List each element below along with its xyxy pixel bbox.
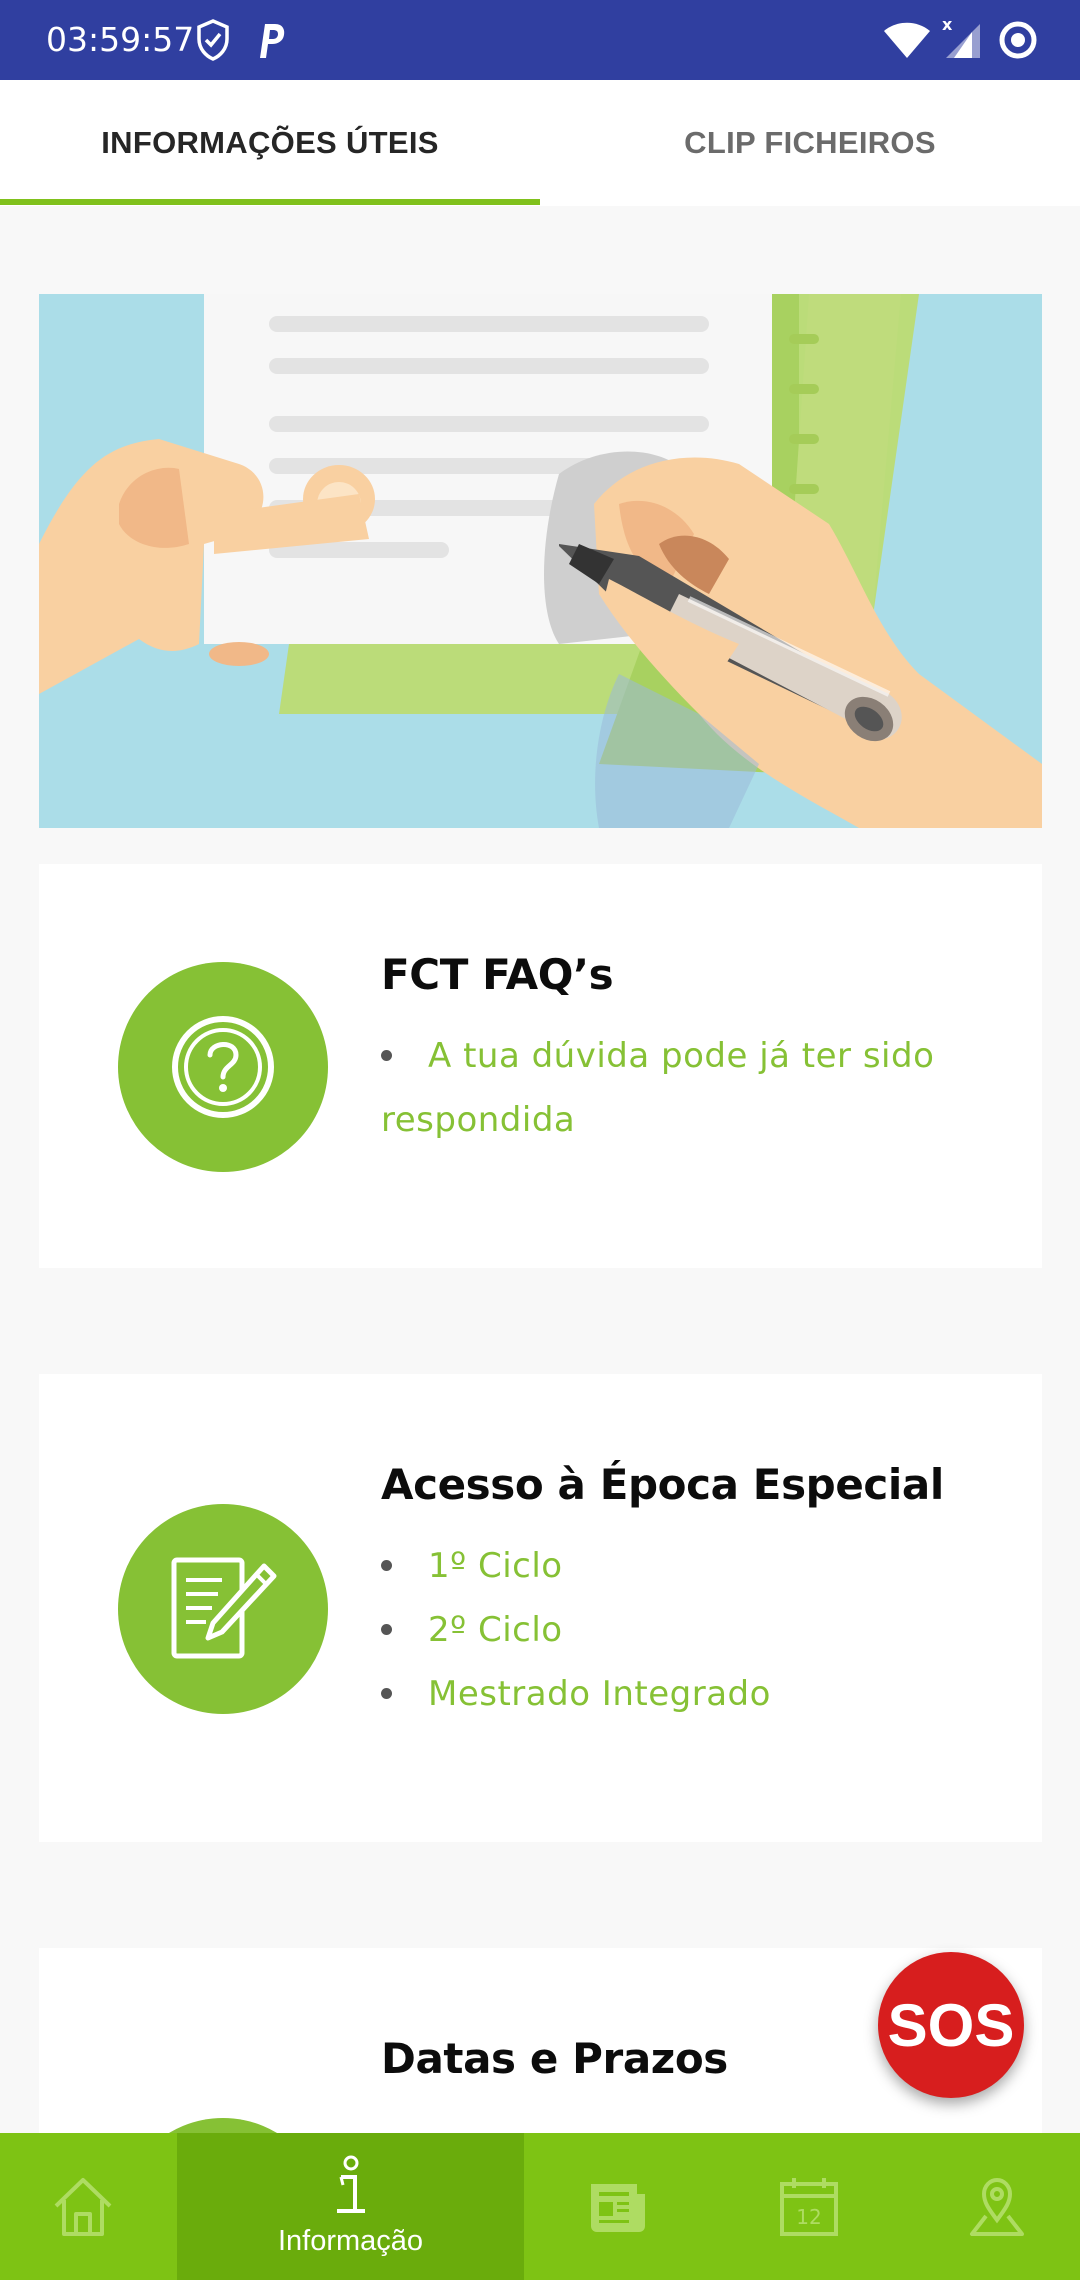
nav-home[interactable]: [0, 2133, 166, 2280]
document-pencil-icon: [171, 1557, 277, 1659]
tab-bar: INFORMAÇÕES ÚTEIS CLIP FICHEIROS: [0, 80, 1080, 206]
datas-icon-circle: [118, 2118, 328, 2133]
card-list: 1º Ciclo 2º Ciclo Mestrado Integrado: [381, 1534, 771, 1726]
card-list: A tua dúvida pode já ter sido respondida: [381, 1024, 981, 1152]
news-icon: [591, 2183, 645, 2232]
hero-illustration: [39, 294, 1042, 828]
sos-button[interactable]: SOS: [878, 1952, 1024, 2098]
svg-text:x: x: [942, 16, 953, 34]
map-pin-icon: [970, 2177, 1024, 2236]
list-item[interactable]: A tua dúvida pode já ter sido respondida: [381, 1024, 981, 1152]
question-icon: [172, 1016, 274, 1118]
epoca-especial-card[interactable]: Acesso à Época Especial 1º Ciclo 2º Cicl…: [39, 1374, 1042, 1842]
signal-icon: x: [942, 16, 980, 58]
calendar-day: 12: [796, 2205, 821, 2229]
card-title: FCT FAQ’s: [381, 950, 614, 999]
tab-indicator: [0, 199, 540, 205]
epoca-icon-circle: [118, 1504, 328, 1714]
faq-card[interactable]: FCT FAQ’s A tua dúvida pode já ter sido …: [39, 864, 1042, 1268]
card-title: Acesso à Época Especial: [381, 1460, 944, 1509]
nav-map[interactable]: [914, 2133, 1080, 2280]
nav-news[interactable]: [535, 2133, 701, 2280]
status-bar: 03:59:57 x: [0, 0, 1080, 80]
info-icon: [336, 2155, 365, 2213]
tab-informacoes-uteis[interactable]: INFORMAÇÕES ÚTEIS: [0, 80, 540, 206]
nav-label: Informação: [277, 2225, 424, 2257]
list-item[interactable]: Mestrado Integrado: [381, 1662, 771, 1726]
status-time: 03:59:57: [46, 20, 195, 59]
card-title: Datas e Prazos: [381, 2034, 728, 2083]
home-icon: [54, 2177, 112, 2236]
nav-calendar[interactable]: 12: [726, 2133, 892, 2280]
wifi-icon: [884, 22, 930, 58]
faq-icon-circle: [118, 962, 328, 1172]
bottom-navigation: Informação 12: [0, 2133, 1080, 2280]
list-item[interactable]: 1º Ciclo: [381, 1534, 771, 1598]
p-app-icon: [260, 24, 285, 58]
target-icon: [999, 21, 1037, 59]
nav-informacao[interactable]: Informação: [177, 2133, 524, 2280]
calendar-icon: 12: [780, 2177, 838, 2236]
list-item[interactable]: 2º Ciclo: [381, 1598, 771, 1662]
shield-icon: [197, 19, 229, 61]
tab-clip-ficheiros[interactable]: CLIP FICHEIROS: [540, 80, 1080, 206]
